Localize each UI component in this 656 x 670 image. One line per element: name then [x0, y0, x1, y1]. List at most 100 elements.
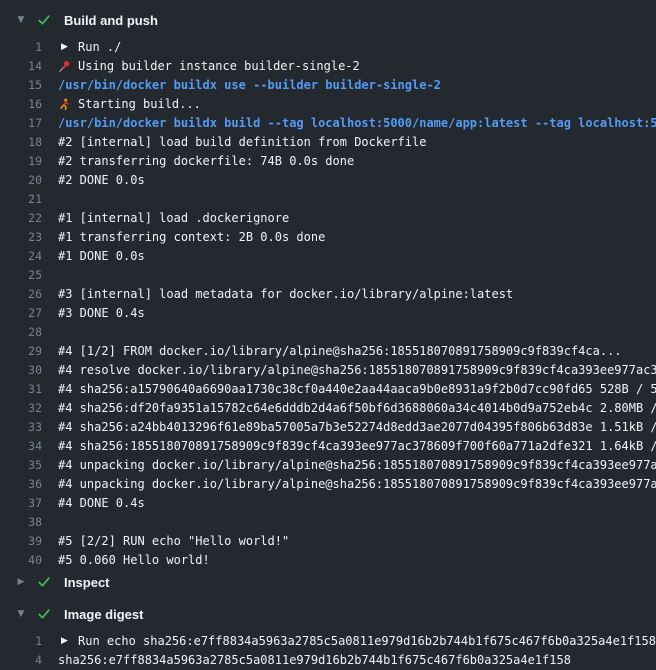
log-line[interactable]: 34 #4 sha256:185518070891758909c9f839cf4…: [0, 437, 656, 456]
line-number: 16: [0, 95, 42, 114]
log-line[interactable]: 1 ▶ Run ./: [0, 38, 656, 57]
log-line[interactable]: 29 #4 [1/2] FROM docker.io/library/alpin…: [0, 342, 656, 361]
line-text: Using builder instance builder-single-2: [78, 57, 360, 76]
line-text: #4 sha256:a24bb4013296f61e89ba57005a7b3e…: [58, 418, 656, 437]
line-number: 25: [0, 266, 42, 285]
log-line[interactable]: 4 sha256:e7ff8834a5963a2785c5a0811e979d1…: [0, 651, 656, 670]
line-text: #1 transferring context: 2B 0.0s done: [58, 228, 325, 247]
check-icon: [37, 575, 51, 589]
log-line[interactable]: 35 #4 unpacking docker.io/library/alpine…: [0, 456, 656, 475]
line-text: #5 0.060 Hello world!: [58, 551, 210, 570]
log-line[interactable]: 31 #4 sha256:a15790640a6690aa1730c38cf0a…: [0, 380, 656, 399]
line-text: #1 DONE 0.0s: [58, 247, 145, 266]
line-number: 18: [0, 133, 42, 152]
log-line[interactable]: 30 #4 resolve docker.io/library/alpine@s…: [0, 361, 656, 380]
line-text: /usr/bin/docker buildx build --tag local…: [58, 114, 656, 133]
log-line[interactable]: 15 /usr/bin/docker buildx use --builder …: [0, 76, 656, 95]
actions-log-panel: ▼ Build and push 1 ▶ Run ./ 14 Using bui…: [0, 0, 656, 670]
runner-icon: [58, 98, 71, 111]
section-title: Image digest: [64, 607, 143, 622]
line-number: 1: [0, 632, 42, 651]
play-icon[interactable]: ▶: [58, 38, 71, 57]
log-line[interactable]: 24 #1 DONE 0.0s: [0, 247, 656, 266]
log-section-image-digest: ▼ Image digest 1 ▶ Run echo sha256:e7ff8…: [0, 604, 656, 670]
line-text: #3 DONE 0.4s: [58, 304, 145, 323]
chevron-down-icon[interactable]: ▼: [15, 15, 27, 25]
line-number: 4: [0, 651, 42, 670]
log-line[interactable]: 28: [0, 323, 656, 342]
log-line[interactable]: 33 #4 sha256:a24bb4013296f61e89ba57005a7…: [0, 418, 656, 437]
line-text: #5 [2/2] RUN echo "Hello world!": [58, 532, 289, 551]
line-number: 40: [0, 551, 42, 570]
line-text: Run ./: [78, 38, 121, 57]
pushpin-icon: [58, 60, 71, 73]
line-number: 39: [0, 532, 42, 551]
line-number: 29: [0, 342, 42, 361]
log-line[interactable]: 18 #2 [internal] load build definition f…: [0, 133, 656, 152]
log-line[interactable]: 26 #3 [internal] load metadata for docke…: [0, 285, 656, 304]
log-line[interactable]: 17 /usr/bin/docker buildx build --tag lo…: [0, 114, 656, 133]
line-text: #4 unpacking docker.io/library/alpine@sh…: [58, 475, 656, 494]
line-text: #4 DONE 0.4s: [58, 494, 145, 513]
log-section-build-and-push: ▼ Build and push 1 ▶ Run ./ 14 Using bui…: [0, 10, 656, 570]
line-text: #4 resolve docker.io/library/alpine@sha2…: [58, 361, 656, 380]
line-text: #4 unpacking docker.io/library/alpine@sh…: [58, 456, 656, 475]
log-line[interactable]: 27 #3 DONE 0.4s: [0, 304, 656, 323]
line-number: 14: [0, 57, 42, 76]
line-number: 35: [0, 456, 42, 475]
chevron-right-icon[interactable]: ▶: [15, 577, 27, 587]
log-line[interactable]: 1 ▶ Run echo sha256:e7ff8834a5963a2785c5…: [0, 632, 656, 651]
line-number: 36: [0, 475, 42, 494]
line-number: 38: [0, 513, 42, 532]
line-text: #2 [internal] load build definition from…: [58, 133, 426, 152]
section-header[interactable]: ▶ Inspect: [0, 572, 656, 592]
line-number: 34: [0, 437, 42, 456]
section-lines: 1 ▶ Run ./ 14 Using builder instance bui…: [0, 38, 656, 570]
log-line[interactable]: 19 #2 transferring dockerfile: 74B 0.0s …: [0, 152, 656, 171]
section-header[interactable]: ▼ Image digest: [0, 604, 656, 624]
line-number: 15: [0, 76, 42, 95]
log-line[interactable]: 16 Starting build...: [0, 95, 656, 114]
line-text: /usr/bin/docker buildx use --builder bui…: [58, 76, 441, 95]
line-number: 28: [0, 323, 42, 342]
line-number: 21: [0, 190, 42, 209]
log-line[interactable]: 38: [0, 513, 656, 532]
log-line[interactable]: 25: [0, 266, 656, 285]
line-number: 32: [0, 399, 42, 418]
line-text: #4 sha256:df20fa9351a15782c64e6dddb2d4a6…: [58, 399, 656, 418]
line-number: 30: [0, 361, 42, 380]
line-text: Run echo sha256:e7ff8834a5963a2785c5a081…: [78, 632, 656, 651]
log-line[interactable]: 22 #1 [internal] load .dockerignore: [0, 209, 656, 228]
play-icon[interactable]: ▶: [58, 632, 71, 651]
log-line[interactable]: 40 #5 0.060 Hello world!: [0, 551, 656, 570]
log-line[interactable]: 21: [0, 190, 656, 209]
line-text: #2 DONE 0.0s: [58, 171, 145, 190]
check-icon: [37, 607, 51, 621]
check-icon: [37, 13, 51, 27]
line-text: sha256:e7ff8834a5963a2785c5a0811e979d16b…: [58, 651, 571, 670]
log-line[interactable]: 20 #2 DONE 0.0s: [0, 171, 656, 190]
log-section-inspect: ▶ Inspect: [0, 572, 656, 592]
line-text: #4 sha256:a15790640a6690aa1730c38cf0a440…: [58, 380, 656, 399]
line-number: 23: [0, 228, 42, 247]
line-number: 37: [0, 494, 42, 513]
line-number: 33: [0, 418, 42, 437]
line-number: 26: [0, 285, 42, 304]
log-line[interactable]: 23 #1 transferring context: 2B 0.0s done: [0, 228, 656, 247]
line-number: 22: [0, 209, 42, 228]
chevron-down-icon[interactable]: ▼: [15, 609, 27, 619]
section-header[interactable]: ▼ Build and push: [0, 10, 656, 30]
line-text: Starting build...: [78, 95, 201, 114]
line-text: #4 sha256:185518070891758909c9f839cf4ca3…: [58, 437, 656, 456]
log-line[interactable]: 39 #5 [2/2] RUN echo "Hello world!": [0, 532, 656, 551]
log-line[interactable]: 14 Using builder instance builder-single…: [0, 57, 656, 76]
line-text: #2 transferring dockerfile: 74B 0.0s don…: [58, 152, 354, 171]
line-number: 1: [0, 38, 42, 57]
line-number: 31: [0, 380, 42, 399]
log-line[interactable]: 32 #4 sha256:df20fa9351a15782c64e6dddb2d…: [0, 399, 656, 418]
log-line[interactable]: 37 #4 DONE 0.4s: [0, 494, 656, 513]
section-title: Inspect: [64, 575, 110, 590]
line-text: #4 [1/2] FROM docker.io/library/alpine@s…: [58, 342, 622, 361]
line-number: 17: [0, 114, 42, 133]
log-line[interactable]: 36 #4 unpacking docker.io/library/alpine…: [0, 475, 656, 494]
